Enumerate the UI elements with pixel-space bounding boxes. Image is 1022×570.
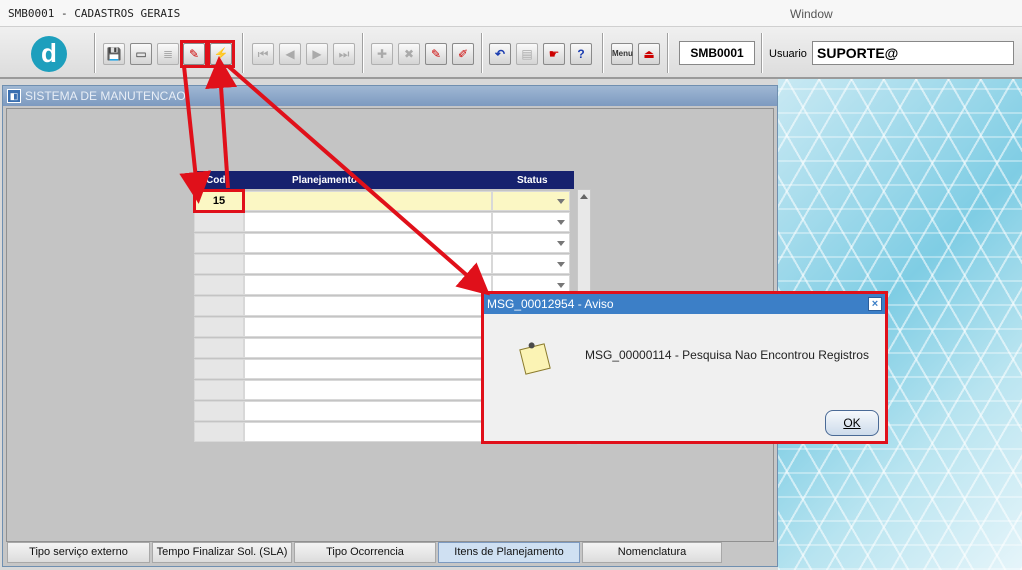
cod-cell[interactable]	[194, 212, 244, 232]
tab-tipo-ocorrencia[interactable]: Tipo Ocorrencia	[294, 542, 436, 563]
scroll-up-icon[interactable]	[580, 194, 588, 199]
toolbar-separator	[362, 33, 364, 73]
header-cod: Cod	[206, 175, 226, 186]
tab-tipo-servico-externo[interactable]: Tipo serviço externo	[7, 542, 150, 563]
cod-cell[interactable]	[194, 296, 244, 316]
planejamento-cell[interactable]	[244, 254, 492, 274]
tab-itens-de-planejamento[interactable]: Itens de Planejamento	[438, 542, 580, 563]
status-select[interactable]	[492, 254, 570, 274]
table-row[interactable]	[194, 212, 574, 233]
cod-cell[interactable]	[194, 422, 244, 442]
menu-button[interactable]: Menu	[611, 43, 633, 65]
planejamento-cell[interactable]	[244, 233, 492, 253]
close-icon[interactable]: ×	[868, 297, 882, 311]
cod-cell[interactable]	[194, 317, 244, 337]
insert-record-button[interactable]: ✚	[371, 43, 393, 65]
undo-button[interactable]: ↶	[489, 43, 511, 65]
save-button[interactable]: 💾	[103, 43, 125, 65]
edit-record-button[interactable]: ✎	[425, 43, 447, 65]
dialog-title: MSG_00012954 - Aviso	[484, 294, 885, 314]
enter-query-button[interactable]: ✎	[183, 43, 205, 65]
main-window-title-text: SISTEMA DE MANUTENCAO	[25, 89, 186, 103]
help-button[interactable]: ?	[570, 43, 592, 65]
previous-record-button[interactable]: ◀	[279, 43, 301, 65]
status-select[interactable]	[492, 212, 570, 232]
chevron-down-icon[interactable]	[557, 241, 565, 246]
module-code-field: SMB0001	[679, 41, 755, 65]
table-row[interactable]	[194, 254, 574, 275]
cod-cell[interactable]	[194, 233, 244, 253]
cod-cell[interactable]: 15	[194, 191, 244, 211]
print-button[interactable]: ≣	[157, 43, 179, 65]
cod-cell[interactable]	[194, 254, 244, 274]
cod-cell[interactable]	[194, 380, 244, 400]
planejamento-cell[interactable]	[244, 191, 492, 211]
planejamento-cell[interactable]	[244, 380, 492, 400]
window-icon: ◧	[7, 89, 21, 103]
toolbar-separator	[602, 33, 604, 73]
toolbar-separator	[94, 33, 96, 73]
cod-cell[interactable]	[194, 338, 244, 358]
print-preview-button[interactable]: ▭	[130, 43, 152, 65]
app-title: SMB0001 - CADASTROS GERAIS	[8, 7, 181, 20]
user-field: SUPORTE@	[812, 41, 1014, 65]
toolbar-separator	[667, 33, 669, 73]
main-window-title: ◧ SISTEMA DE MANUTENCAO	[3, 86, 777, 106]
planejamento-cell[interactable]	[244, 338, 492, 358]
toolbar-separator	[761, 33, 763, 73]
grid-header: Cod Planejamento Status	[194, 171, 574, 189]
delete-record-button[interactable]: ✖	[398, 43, 420, 65]
toolbar: d 💾 ▭ ≣ ✎ ⚡ ⏮ ◀ ▶ ⏭ ✚ ✖ ✎ ✐ ↶ ▤ ☛ ? Menu…	[0, 27, 1022, 79]
cod-cell[interactable]	[194, 359, 244, 379]
note-icon	[519, 343, 551, 375]
menu-window[interactable]: Window	[790, 7, 833, 21]
clipboard-button[interactable]: ▤	[516, 43, 538, 65]
last-record-button[interactable]: ⏭	[333, 43, 355, 65]
planejamento-cell[interactable]	[244, 422, 492, 442]
planejamento-cell[interactable]	[244, 401, 492, 421]
planejamento-cell[interactable]	[244, 317, 492, 337]
next-record-button[interactable]: ▶	[306, 43, 328, 65]
planejamento-cell[interactable]	[244, 212, 492, 232]
cod-cell[interactable]	[194, 401, 244, 421]
header-status: Status	[517, 175, 548, 186]
planejamento-cell[interactable]	[244, 296, 492, 316]
clear-record-button[interactable]: ✐	[452, 43, 474, 65]
tools-button[interactable]: ☛	[543, 43, 565, 65]
cod-cell[interactable]	[194, 275, 244, 295]
table-row[interactable]: 15	[194, 191, 574, 212]
toolbar-separator	[242, 33, 244, 73]
planejamento-cell[interactable]	[244, 359, 492, 379]
table-row[interactable]	[194, 233, 574, 254]
tab-nomenclatura[interactable]: Nomenclatura	[582, 542, 722, 563]
toolbar-separator	[481, 33, 483, 73]
title-bar: SMB0001 - CADASTROS GERAIS Window	[0, 0, 1022, 27]
status-select[interactable]	[492, 191, 570, 211]
chevron-down-icon[interactable]	[557, 262, 565, 267]
execute-query-button[interactable]: ⚡	[210, 43, 232, 65]
warning-dialog: MSG_00012954 - Aviso × MSG_00000114 - Pe…	[481, 291, 888, 444]
chevron-down-icon[interactable]	[557, 220, 565, 225]
chevron-down-icon[interactable]	[557, 283, 565, 288]
planejamento-cell[interactable]	[244, 275, 492, 295]
app-logo: d	[31, 36, 67, 72]
header-planejamento: Planejamento	[292, 175, 358, 186]
chevron-down-icon[interactable]	[557, 199, 565, 204]
status-select[interactable]	[492, 233, 570, 253]
exit-button[interactable]: ⏏	[638, 43, 660, 65]
tab-tempo-finalizar-sla[interactable]: Tempo Finalizar Sol. (SLA)	[152, 542, 292, 563]
user-label: Usuario	[769, 48, 807, 60]
first-record-button[interactable]: ⏮	[252, 43, 274, 65]
dialog-message: MSG_00000114 - Pesquisa Nao Encontrou Re…	[585, 348, 869, 362]
ok-button[interactable]: OK	[825, 410, 879, 436]
